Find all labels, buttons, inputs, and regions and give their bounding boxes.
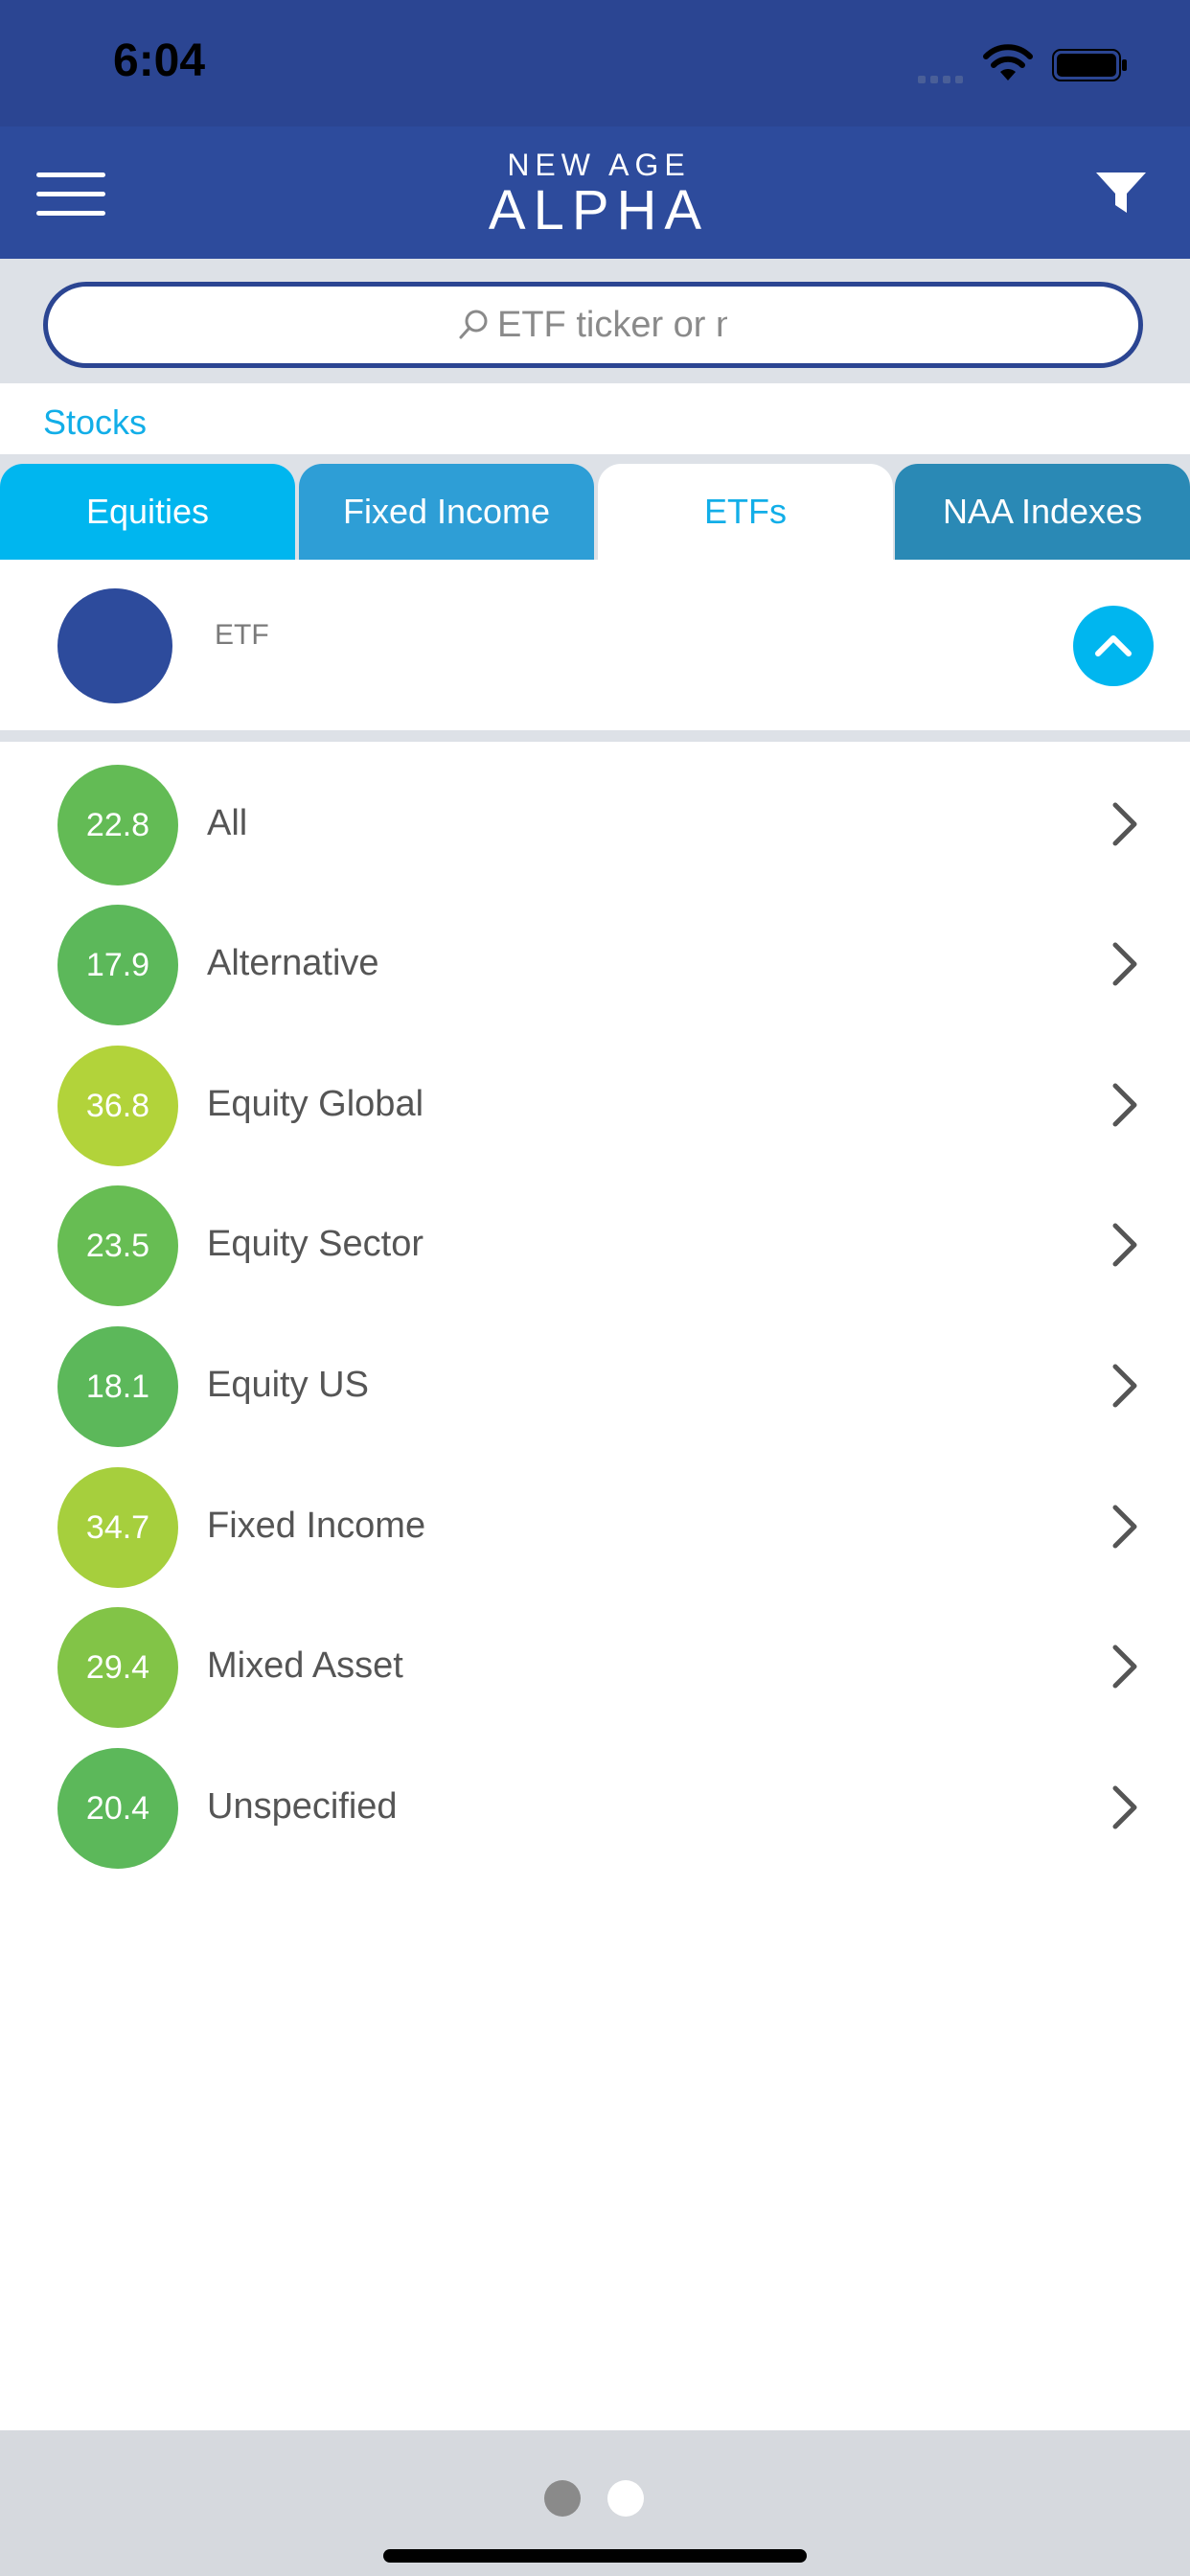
category-label: Unspecified (207, 1786, 398, 1827)
category-label: Mixed Asset (207, 1645, 403, 1686)
score-badge: 17.9 (57, 905, 178, 1025)
battery-icon (1052, 49, 1127, 81)
list-item-all[interactable]: 22.8 All (0, 755, 1190, 895)
category-label: Equity Global (207, 1084, 424, 1124)
score-badge: 36.8 (57, 1046, 178, 1166)
chevron-up-icon (1095, 635, 1132, 656)
list-item-alternative[interactable]: 17.9 Alternative (0, 895, 1190, 1035)
breadcrumb: Stocks (0, 387, 1190, 454)
status-bar: 6:04 (0, 0, 1190, 126)
category-label: Fixed Income (207, 1506, 426, 1546)
list-item-equity-us[interactable]: 18.1 Equity US (0, 1317, 1190, 1457)
score-badge: 23.5 (57, 1185, 178, 1306)
category-list: 22.8 All 17.9 Alternative 36.8 Equity Gl… (0, 742, 1190, 2430)
category-label: All (207, 803, 248, 843)
list-item-unspecified[interactable]: 20.4 Unspecified (0, 1738, 1190, 1878)
score-badge: 34.7 (57, 1467, 178, 1588)
breadcrumb-stocks-link[interactable]: Stocks (43, 402, 147, 443)
chevron-right-icon (1112, 1223, 1137, 1267)
chevron-right-icon (1112, 1083, 1137, 1127)
search-input[interactable] (495, 303, 729, 347)
score-badge: 22.8 (57, 765, 178, 886)
search-icon (459, 310, 488, 339)
tab-equities[interactable]: Equities (0, 464, 295, 560)
tab-fixed-income[interactable]: Fixed Income (299, 464, 594, 560)
chevron-right-icon (1112, 942, 1137, 986)
cellular-signal-icon (918, 71, 968, 88)
tab-naa-indexes[interactable]: NAA Indexes (895, 464, 1190, 560)
chevron-right-icon (1112, 1505, 1137, 1549)
new-age-alpha-logo: NEW AGE ALPHA (460, 148, 738, 240)
category-label: Equity US (207, 1365, 369, 1405)
wifi-icon (983, 44, 1033, 80)
chevron-right-icon (1112, 1644, 1137, 1689)
list-item-mixed-asset[interactable]: 29.4 Mixed Asset (0, 1598, 1190, 1737)
etf-avatar (57, 588, 172, 703)
score-badge: 20.4 (57, 1748, 178, 1869)
score-badge: 18.1 (57, 1326, 178, 1447)
score-badge: 29.4 (57, 1607, 178, 1728)
list-item-equity-global[interactable]: 36.8 Equity Global (0, 1036, 1190, 1176)
chevron-right-icon (1112, 1785, 1137, 1829)
home-indicator (383, 2549, 807, 2563)
page-dot-1[interactable] (544, 2480, 581, 2517)
filter-icon[interactable] (1094, 169, 1148, 218)
page-indicator-bar (0, 2430, 1190, 2576)
logo-line1: NEW AGE (507, 148, 691, 182)
page-dot-2[interactable] (607, 2480, 644, 2517)
search-area (0, 259, 1190, 383)
etf-header-label: ETF (215, 619, 269, 651)
logo-line2: ALPHA (488, 179, 710, 242)
collapse-button[interactable] (1073, 606, 1154, 686)
list-item-fixed-income[interactable]: 34.7 Fixed Income (0, 1458, 1190, 1598)
nav-bar: NEW AGE ALPHA (0, 126, 1190, 259)
category-label: Alternative (207, 943, 379, 983)
etf-header-panel: ETF (0, 560, 1190, 730)
chevron-right-icon (1112, 1364, 1137, 1408)
tab-etfs[interactable]: ETFs (598, 464, 893, 560)
category-label: Equity Sector (207, 1224, 423, 1264)
divider (0, 730, 1190, 742)
hamburger-menu-icon[interactable] (36, 172, 105, 216)
list-item-equity-sector[interactable]: 23.5 Equity Sector (0, 1176, 1190, 1316)
chevron-right-icon (1112, 802, 1137, 846)
search-box[interactable] (43, 282, 1143, 368)
status-time: 6:04 (113, 35, 206, 86)
